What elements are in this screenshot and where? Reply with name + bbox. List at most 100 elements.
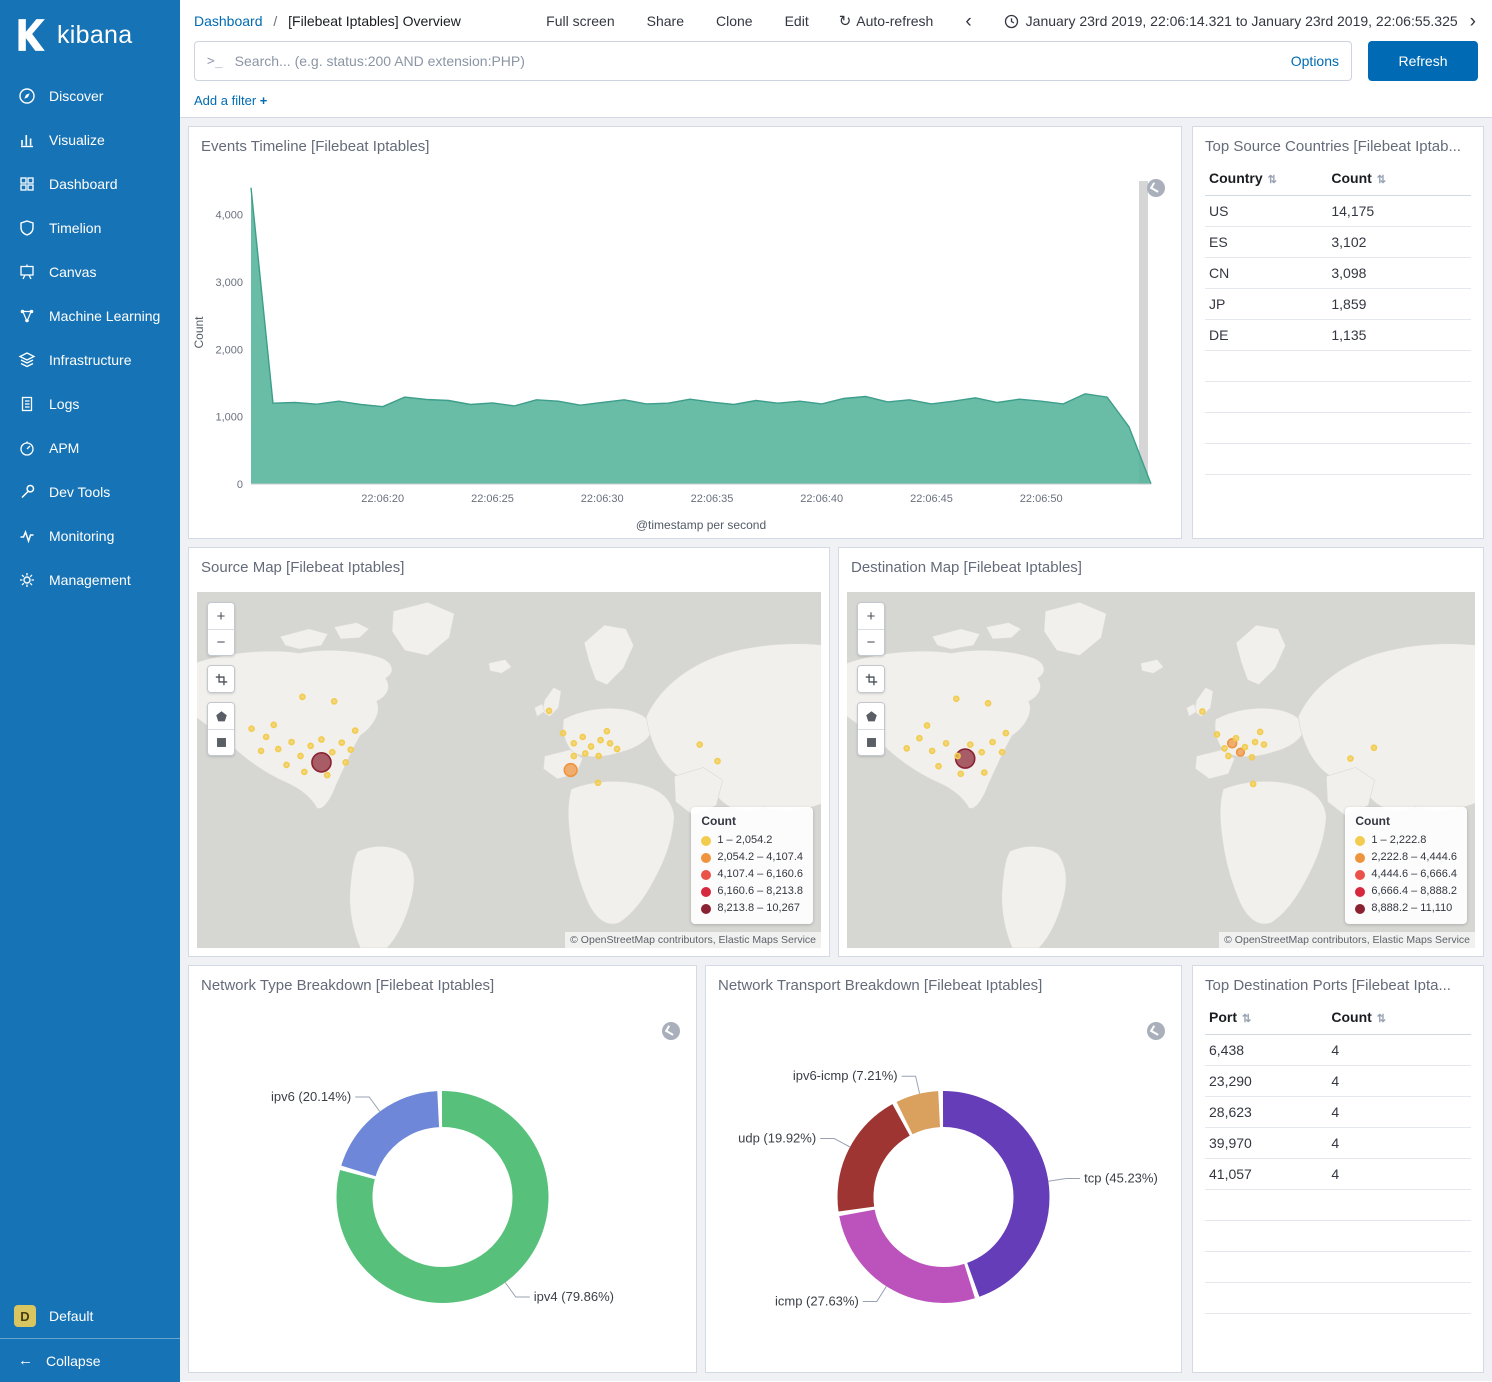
- kibana-logo[interactable]: kibana: [0, 0, 180, 74]
- map-point[interactable]: [1000, 750, 1005, 755]
- auto-refresh-button[interactable]: Auto-refresh: [839, 12, 934, 30]
- sidebar-item-infrastructure[interactable]: Infrastructure: [0, 338, 180, 382]
- map-point[interactable]: [571, 753, 576, 758]
- map-point[interactable]: [604, 729, 609, 734]
- map-point[interactable]: [917, 736, 922, 741]
- map-point[interactable]: [1258, 729, 1263, 734]
- map-point[interactable]: [264, 734, 269, 739]
- map-point[interactable]: [1226, 753, 1231, 758]
- map-point[interactable]: [547, 708, 552, 713]
- zoom-out-button[interactable]: −: [208, 629, 234, 655]
- map-point[interactable]: [904, 746, 909, 751]
- draw-rectangle-button[interactable]: [208, 729, 234, 755]
- sidebar-item-management[interactable]: Management: [0, 558, 180, 602]
- map-point[interactable]: [319, 737, 324, 742]
- sidebar-item-monitoring[interactable]: Monitoring: [0, 514, 180, 558]
- sidebar-item-machine-learning[interactable]: Machine Learning: [0, 294, 180, 338]
- map-point[interactable]: [1222, 746, 1227, 751]
- map-point[interactable]: [560, 731, 565, 736]
- sort-icon[interactable]: [1237, 1009, 1251, 1025]
- column-header-country[interactable]: Country: [1205, 161, 1327, 196]
- map-point[interactable]: [583, 751, 588, 756]
- map-point[interactable]: [982, 770, 987, 775]
- map-point[interactable]: [289, 739, 294, 744]
- map-point[interactable]: [343, 760, 348, 765]
- sort-icon[interactable]: [1263, 170, 1277, 186]
- time-range-picker[interactable]: January 23rd 2019, 22:06:14.321 to Janua…: [1004, 13, 1458, 29]
- time-forward-button[interactable]: [1468, 12, 1478, 31]
- map-point[interactable]: [580, 734, 585, 739]
- sidebar-item-apm[interactable]: APM: [0, 426, 180, 470]
- map-point[interactable]: [1200, 709, 1205, 714]
- source-map[interactable]: + −: [197, 592, 821, 948]
- menu-item-clone[interactable]: Clone: [716, 13, 753, 29]
- map-point[interactable]: [990, 739, 995, 744]
- map-point[interactable]: [1233, 736, 1238, 741]
- map-point[interactable]: [1242, 745, 1247, 750]
- map-point[interactable]: [276, 746, 281, 751]
- time-override-icon[interactable]: [662, 1022, 680, 1040]
- sidebar-item-discover[interactable]: Discover: [0, 74, 180, 118]
- map-point[interactable]: [615, 746, 620, 751]
- fit-data-bounds-button[interactable]: [858, 666, 884, 692]
- map-point[interactable]: [312, 753, 331, 772]
- column-header-port[interactable]: Port: [1205, 1000, 1327, 1035]
- sidebar-item-visualize[interactable]: Visualize: [0, 118, 180, 162]
- map-point[interactable]: [715, 759, 720, 764]
- map-point[interactable]: [1251, 781, 1256, 786]
- draw-polygon-button[interactable]: [858, 703, 884, 729]
- column-header-count[interactable]: Count: [1327, 1000, 1471, 1035]
- breadcrumb-dashboard-link[interactable]: Dashboard: [194, 13, 263, 29]
- menu-item-edit[interactable]: Edit: [785, 13, 809, 29]
- map-point[interactable]: [955, 753, 960, 758]
- map-point[interactable]: [596, 753, 601, 758]
- zoom-out-button[interactable]: −: [858, 629, 884, 655]
- draw-rectangle-button[interactable]: [858, 729, 884, 755]
- map-point[interactable]: [339, 740, 344, 745]
- events-area-chart[interactable]: 01,0002,0003,0004,00022:06:2022:06:2522:…: [189, 171, 1181, 539]
- zoom-in-button[interactable]: +: [858, 603, 884, 629]
- map-point[interactable]: [332, 699, 337, 704]
- column-header-count[interactable]: Count: [1327, 161, 1471, 196]
- fit-data-bounds-button[interactable]: [208, 666, 234, 692]
- map-point[interactable]: [930, 748, 935, 753]
- map-point[interactable]: [1348, 756, 1353, 761]
- map-point[interactable]: [968, 742, 973, 747]
- time-override-icon[interactable]: [1147, 179, 1165, 197]
- map-point[interactable]: [608, 741, 613, 746]
- map-point[interactable]: [697, 742, 702, 747]
- menu-item-full-screen[interactable]: Full screen: [546, 13, 614, 29]
- sidebar-item-canvas[interactable]: Canvas: [0, 250, 180, 294]
- destination-map[interactable]: + −: [847, 592, 1475, 948]
- map-point[interactable]: [300, 694, 305, 699]
- time-override-icon[interactable]: [1147, 1022, 1165, 1040]
- time-back-button[interactable]: [963, 12, 973, 31]
- query-options-link[interactable]: Options: [1291, 53, 1339, 69]
- map-point[interactable]: [958, 771, 963, 776]
- sort-icon[interactable]: [1372, 170, 1386, 186]
- map-point[interactable]: [571, 741, 576, 746]
- map-point[interactable]: [979, 750, 984, 755]
- map-point[interactable]: [249, 726, 254, 731]
- map-point[interactable]: [308, 743, 313, 748]
- map-point[interactable]: [944, 741, 949, 746]
- map-point[interactable]: [588, 744, 593, 749]
- map-point[interactable]: [259, 748, 264, 753]
- refresh-button[interactable]: Refresh: [1368, 41, 1478, 81]
- sidebar-item-dashboard[interactable]: Dashboard: [0, 162, 180, 206]
- map-point[interactable]: [954, 696, 959, 701]
- sidebar-item-logs[interactable]: Logs: [0, 382, 180, 426]
- map-point[interactable]: [1214, 732, 1219, 737]
- map-point[interactable]: [986, 701, 991, 706]
- add-filter-link[interactable]: Add a filter: [194, 93, 267, 108]
- zoom-in-button[interactable]: +: [208, 603, 234, 629]
- map-point[interactable]: [1003, 731, 1008, 736]
- donut-chart[interactable]: tcp (45.23%)icmp (27.63%)udp (19.92%)ipv…: [706, 1006, 1181, 1372]
- map-point[interactable]: [564, 764, 577, 777]
- sort-icon[interactable]: [1372, 1009, 1386, 1025]
- map-point[interactable]: [348, 747, 353, 752]
- space-switcher[interactable]: D Default: [0, 1294, 180, 1338]
- map-point[interactable]: [1371, 745, 1376, 750]
- map-point[interactable]: [284, 762, 289, 767]
- donut-chart[interactable]: ipv4 (79.86%)ipv6 (20.14%): [189, 1006, 696, 1372]
